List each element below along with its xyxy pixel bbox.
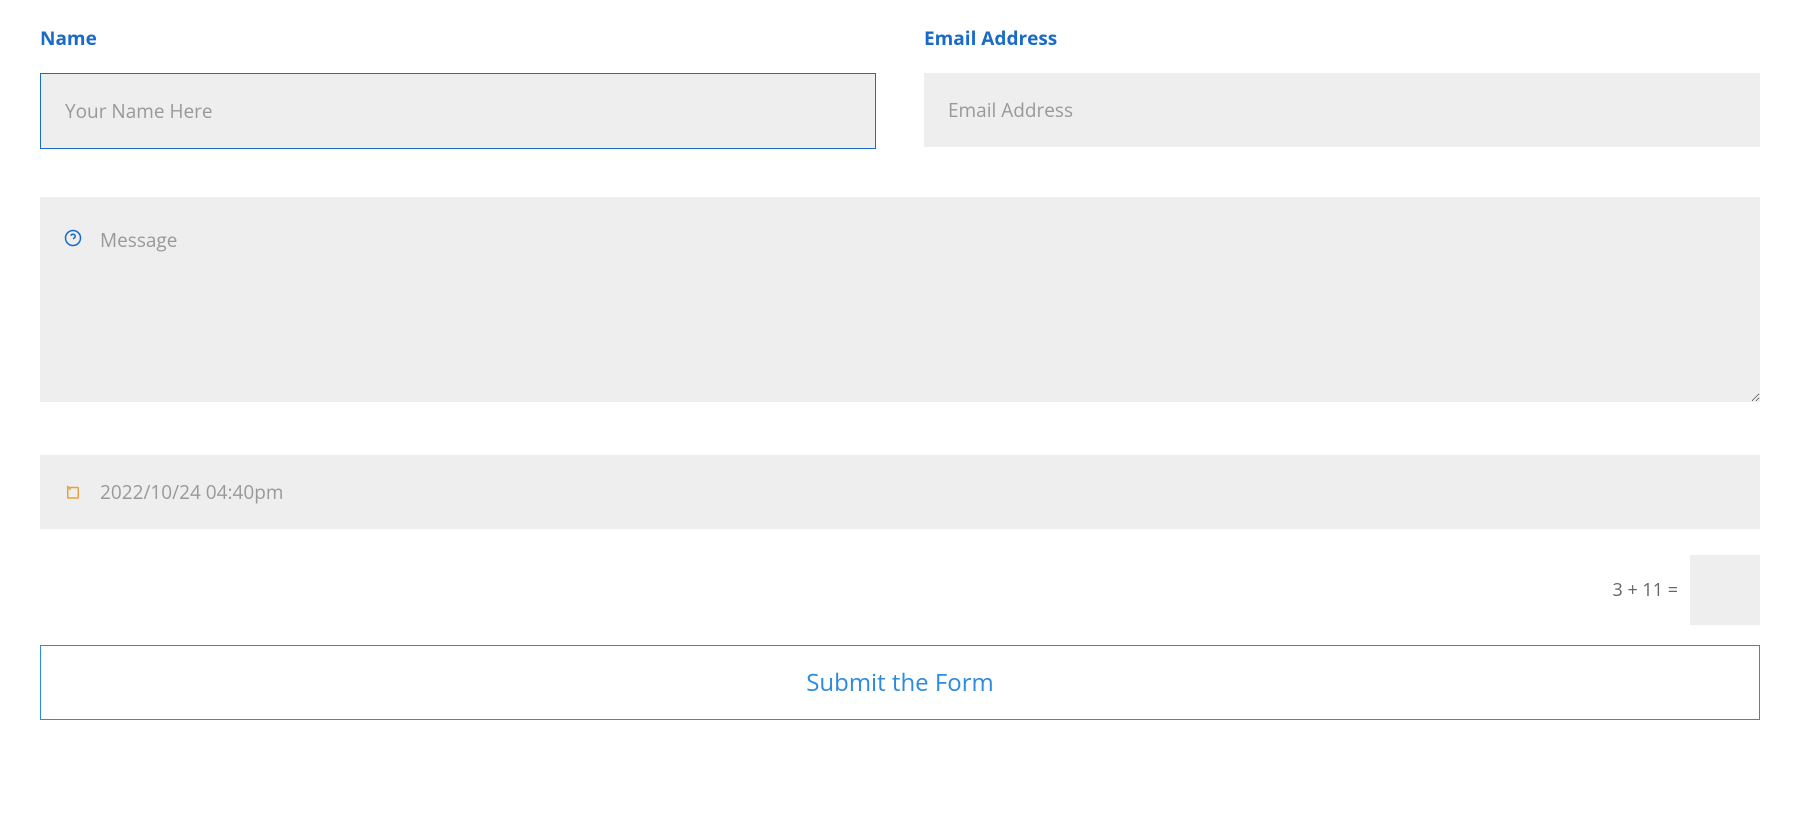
help-icon[interactable]	[64, 229, 82, 247]
calendar-icon[interactable]	[64, 483, 82, 501]
name-field-group: Name	[40, 25, 876, 149]
captcha-input[interactable]	[1690, 555, 1760, 625]
submit-button[interactable]: Submit the Form	[40, 645, 1760, 720]
name-label: Name	[40, 25, 876, 51]
datetime-input[interactable]	[40, 455, 1760, 529]
captcha-group: 3 + 11 =	[40, 555, 1760, 625]
datetime-field-group	[40, 455, 1760, 529]
email-label: Email Address	[924, 25, 1760, 51]
name-input[interactable]	[40, 73, 876, 149]
email-field-group: Email Address	[924, 25, 1760, 149]
email-input[interactable]	[924, 73, 1760, 147]
captcha-question: 3 + 11 =	[1613, 578, 1679, 602]
message-textarea[interactable]	[40, 197, 1760, 402]
message-field-group	[40, 197, 1760, 407]
